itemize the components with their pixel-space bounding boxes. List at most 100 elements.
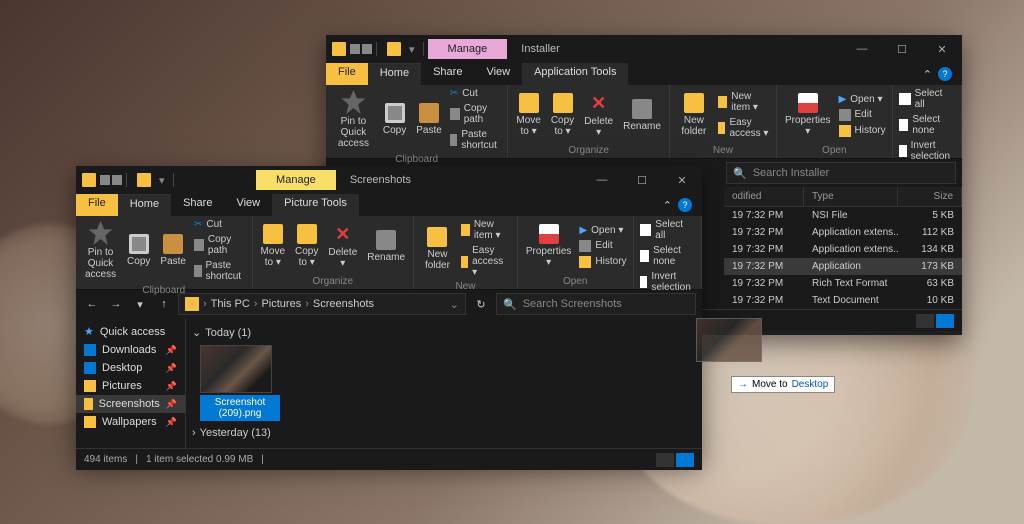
- paste-button[interactable]: Paste: [412, 87, 446, 152]
- files-pane[interactable]: ⌄Today (1) Screenshot (209).png ›Yesterd…: [186, 318, 702, 448]
- history-button[interactable]: History: [837, 124, 888, 138]
- tab-view[interactable]: View: [474, 63, 522, 85]
- close-button[interactable]: ✕: [922, 35, 962, 63]
- cut-button[interactable]: ✂Cut: [448, 87, 504, 100]
- tab-picture-tools[interactable]: Picture Tools: [272, 194, 359, 216]
- tab-share[interactable]: Share: [171, 194, 224, 216]
- refresh-button[interactable]: ↻: [470, 298, 492, 311]
- titlebar[interactable]: ▾ Manage Installer — ☐ ✕: [326, 35, 962, 63]
- delete-button[interactable]: ✕Delete▾: [324, 218, 361, 274]
- chevron-down-icon[interactable]: ▾: [409, 43, 415, 56]
- new-item-button[interactable]: New item ▾: [716, 90, 772, 114]
- copy-to-button[interactable]: Copy to ▾: [547, 87, 578, 143]
- file-row[interactable]: 19 7:32 PMApplication extens...112 KB: [724, 224, 962, 241]
- forward-button[interactable]: →: [106, 294, 126, 314]
- collapse-ribbon-icon[interactable]: ⌃: [923, 68, 932, 81]
- manage-tab[interactable]: Manage: [256, 170, 336, 190]
- select-none-button[interactable]: Select none: [897, 113, 957, 137]
- sidebar-downloads[interactable]: Downloads📌: [76, 341, 185, 359]
- new-folder-button[interactable]: New folder: [674, 87, 714, 143]
- select-all-button[interactable]: Select all: [638, 218, 697, 242]
- paste-button[interactable]: Paste: [156, 218, 190, 283]
- crumb-root[interactable]: This PC: [211, 298, 250, 310]
- sidebar-desktop[interactable]: Desktop📌: [76, 359, 185, 377]
- tab-file[interactable]: File: [326, 63, 368, 85]
- tab-share[interactable]: Share: [421, 63, 474, 85]
- col-modified[interactable]: odified: [724, 187, 804, 206]
- invert-selection-button[interactable]: Invert selection: [897, 139, 957, 163]
- recent-button[interactable]: ▾: [130, 294, 150, 314]
- cut-button[interactable]: ✂Cut: [192, 218, 248, 231]
- view-details-button[interactable]: [916, 314, 934, 328]
- file-thumbnail[interactable]: Screenshot (209).png: [200, 345, 280, 421]
- search-input[interactable]: 🔍 Search Screenshots: [496, 293, 696, 315]
- paste-shortcut-button[interactable]: Paste shortcut: [448, 128, 504, 152]
- help-icon[interactable]: ?: [678, 198, 692, 212]
- qat[interactable]: [100, 175, 122, 185]
- back-button[interactable]: ←: [82, 294, 102, 314]
- up-button[interactable]: ↑: [154, 294, 174, 314]
- sidebar-quick-access[interactable]: ★Quick access: [76, 322, 185, 341]
- properties-button[interactable]: Properties▾: [522, 218, 576, 274]
- crumb-pictures[interactable]: Pictures: [261, 298, 301, 310]
- view-icons-button[interactable]: [676, 453, 694, 467]
- group-yesterday[interactable]: ›Yesterday (13): [192, 425, 696, 441]
- tab-file[interactable]: File: [76, 194, 118, 216]
- move-to-button[interactable]: Move to ▾: [512, 87, 544, 143]
- move-to-button[interactable]: Move to ▾: [257, 218, 289, 274]
- delete-button[interactable]: ✕Delete▾: [580, 87, 617, 143]
- paste-shortcut-button[interactable]: Paste shortcut: [192, 259, 248, 283]
- new-item-button[interactable]: New item ▾: [459, 218, 513, 242]
- open-button[interactable]: ▶Open ▾: [577, 224, 628, 237]
- minimize-button[interactable]: —: [842, 35, 882, 63]
- chevron-down-icon[interactable]: ⌄: [450, 298, 459, 311]
- pin-button[interactable]: Pin to Quick access: [80, 218, 121, 283]
- properties-button[interactable]: Properties▾: [781, 87, 835, 143]
- help-icon[interactable]: ?: [938, 67, 952, 81]
- tab-view[interactable]: View: [224, 194, 272, 216]
- file-row[interactable]: 19 7:32 PMRich Text Format63 KB: [724, 275, 962, 292]
- sidebar-screenshots[interactable]: Screenshots📌: [76, 395, 185, 413]
- copy-path-button[interactable]: Copy path: [192, 233, 248, 257]
- file-row[interactable]: 19 7:32 PMText Document10 KB: [724, 292, 962, 309]
- view-details-button[interactable]: [656, 453, 674, 467]
- collapse-ribbon-icon[interactable]: ⌃: [663, 199, 672, 212]
- maximize-button[interactable]: ☐: [622, 166, 662, 194]
- search-input[interactable]: 🔍 Search Installer: [726, 162, 956, 184]
- file-row[interactable]: 19 7:32 PMApplication extens...134 KB: [724, 241, 962, 258]
- minimize-button[interactable]: —: [582, 166, 622, 194]
- chevron-down-icon[interactable]: ▾: [159, 174, 165, 187]
- file-row[interactable]: 19 7:32 PMNSI File5 KB: [724, 207, 962, 224]
- open-button[interactable]: ▶Open ▾: [837, 93, 888, 106]
- col-size[interactable]: Size: [898, 187, 962, 206]
- easy-access-button[interactable]: Easy access ▾: [459, 244, 513, 279]
- crumb-screenshots[interactable]: Screenshots: [313, 298, 374, 310]
- col-type[interactable]: Type: [804, 187, 898, 206]
- select-all-button[interactable]: Select all: [897, 87, 957, 111]
- rename-button[interactable]: Rename: [619, 87, 665, 143]
- tab-app-tools[interactable]: Application Tools: [522, 63, 628, 85]
- breadcrumb[interactable]: › This PC › Pictures › Screenshots ⌄: [178, 293, 466, 315]
- tab-home[interactable]: Home: [368, 63, 421, 85]
- close-button[interactable]: ✕: [662, 166, 702, 194]
- copy-path-button[interactable]: Copy path: [448, 102, 504, 126]
- tab-home[interactable]: Home: [118, 194, 171, 216]
- maximize-button[interactable]: ☐: [882, 35, 922, 63]
- pin-button[interactable]: Pin to Quick access: [330, 87, 377, 152]
- select-none-button[interactable]: Select none: [638, 244, 697, 268]
- edit-button[interactable]: Edit: [577, 239, 628, 253]
- column-headers[interactable]: odified Type Size: [724, 187, 962, 207]
- new-folder-button[interactable]: New folder: [418, 218, 457, 279]
- invert-selection-button[interactable]: Invert selection: [638, 270, 697, 294]
- group-today[interactable]: ⌄Today (1): [192, 324, 696, 341]
- sidebar-pictures[interactable]: Pictures📌: [76, 377, 185, 395]
- copy-button[interactable]: Copy: [379, 87, 410, 152]
- copy-to-button[interactable]: Copy to ▾: [291, 218, 322, 274]
- qat[interactable]: [350, 44, 372, 54]
- easy-access-button[interactable]: Easy access ▾: [716, 116, 772, 140]
- file-row[interactable]: 19 7:32 PMApplication173 KB: [724, 258, 962, 275]
- edit-button[interactable]: Edit: [837, 108, 888, 122]
- sidebar-wallpapers[interactable]: Wallpapers📌: [76, 413, 185, 431]
- titlebar[interactable]: ▾ Manage Screenshots — ☐ ✕: [76, 166, 702, 194]
- view-icons-button[interactable]: [936, 314, 954, 328]
